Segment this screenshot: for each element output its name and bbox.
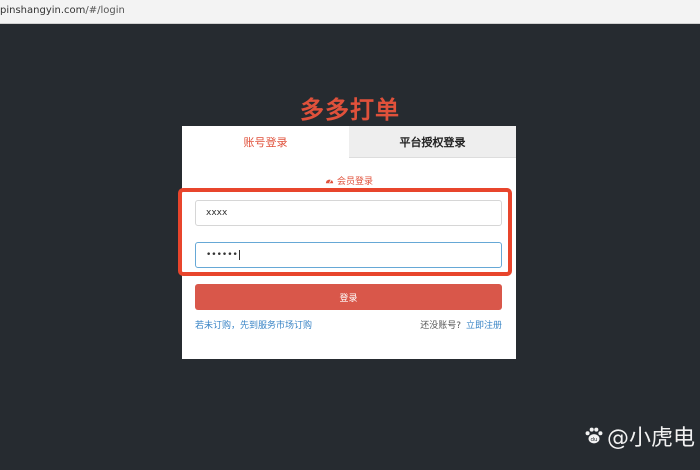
tab-platform-auth-login[interactable]: 平台授权登录 (349, 126, 516, 158)
url-path: /#/login (85, 5, 125, 16)
register-link[interactable]: 立即注册 (466, 321, 502, 331)
url-text[interactable]: pinshangyin.com/#/login (0, 5, 125, 16)
watermark: du @小虎电 (583, 420, 695, 452)
app-title: 多多打单 (300, 96, 400, 124)
tab-account-login[interactable]: 账号登录 (182, 126, 349, 158)
paw-icon: du (585, 427, 603, 444)
url-host: pinshangyin.com (0, 5, 86, 16)
login-tabs: 账号登录 平台授权登录 (182, 126, 516, 158)
no-account-text: 还没账号? (420, 321, 461, 331)
svg-text:du: du (591, 437, 598, 443)
register-prompt: 还没账号? 立即注册 (420, 318, 502, 331)
highlight-box (178, 188, 512, 276)
member-login-label: 会员登录 (182, 174, 516, 187)
browser-address-bar[interactable]: pinshangyin.com/#/login (0, 0, 700, 24)
login-button[interactable]: 登录 (195, 284, 502, 310)
watermark-text: @小虎电 (607, 426, 696, 451)
section-label-text: 会员登录 (336, 177, 373, 187)
dashboard-icon (325, 179, 334, 184)
subscribe-link[interactable]: 若未订购，先到服务市场订购 (195, 318, 312, 331)
